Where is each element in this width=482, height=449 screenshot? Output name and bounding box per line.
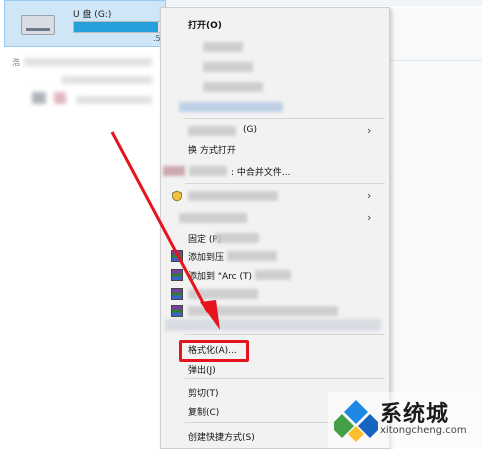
watermark-brand: 系统城 bbox=[380, 402, 450, 427]
add-to-archive-label: 添加到压 bbox=[188, 253, 225, 263]
drive-usage-bar bbox=[73, 21, 163, 33]
blurred-label bbox=[188, 191, 278, 201]
winrar-icon bbox=[171, 288, 183, 300]
menu-separator bbox=[185, 183, 385, 184]
menu-item-merge-files[interactable]: : 中合并文件... bbox=[161, 161, 389, 181]
title-strip bbox=[165, 0, 482, 6]
add-to-named-archive-label: 添加到 "Arc (T) bbox=[188, 272, 252, 282]
menu-item-open-with[interactable]: 换 方式打开 bbox=[161, 139, 389, 159]
chevron-right-icon: › bbox=[367, 211, 372, 224]
menu-item-eject[interactable]: 弹出(J) bbox=[161, 359, 389, 379]
open-with-label: 换 方式打开 bbox=[188, 146, 236, 156]
blurred-label bbox=[189, 166, 227, 176]
winrar-icon bbox=[171, 305, 183, 317]
create-shortcut-label: 创建快捷方式(S) bbox=[188, 433, 255, 443]
drive-tile-usb-g[interactable]: U 盘 (G:) .5 bbox=[4, 0, 166, 47]
shield-icon bbox=[172, 190, 182, 202]
drive-name: U 盘 (G:) bbox=[73, 10, 112, 20]
blurred-label bbox=[188, 126, 236, 136]
open-label: 打开(O) bbox=[188, 21, 222, 31]
menu-separator bbox=[185, 378, 385, 379]
chevron-right-icon: › bbox=[367, 189, 372, 202]
watermark-url: xitongcheng.com bbox=[380, 425, 467, 436]
blurred-label bbox=[188, 306, 338, 316]
watermark: 系统城 xitongcheng.com bbox=[328, 392, 482, 448]
menu-item-archive-option[interactable] bbox=[161, 301, 389, 321]
blurred-nav-item bbox=[62, 76, 152, 84]
eject-label: 弹出(J) bbox=[188, 366, 216, 376]
menu-item-add-to-archive[interactable]: 添加到压 bbox=[161, 246, 389, 266]
blurred-nav-item bbox=[76, 96, 152, 104]
submenu-label: (G) bbox=[243, 125, 257, 135]
blurred-menu-item bbox=[203, 62, 253, 72]
menu-separator bbox=[185, 334, 385, 335]
usb-drive-icon bbox=[21, 15, 55, 35]
menu-item-with-submenu[interactable]: › bbox=[161, 208, 389, 228]
chevron-right-icon: › bbox=[367, 124, 372, 137]
menu-item-pin[interactable]: 固定 (P) bbox=[161, 228, 389, 248]
pane-divider bbox=[390, 60, 482, 61]
blurred-menu-item bbox=[179, 102, 283, 112]
copy-label: 复制(C) bbox=[188, 408, 220, 418]
blurred-label bbox=[227, 251, 277, 261]
nav-item-label[interactable]: 浩 bbox=[12, 57, 20, 68]
context-menu: 打开(O) (G) › 换 方式打开 : 中合并文件... › › 固定 (P)… bbox=[160, 7, 390, 449]
drive-usage-fill bbox=[74, 22, 158, 32]
left-navigation-pane: 浩 bbox=[0, 48, 160, 448]
format-highlight-box bbox=[179, 340, 249, 362]
blurred-nav-icon bbox=[32, 92, 46, 104]
blurred-nav-item bbox=[24, 58, 152, 66]
blurred-menu-item bbox=[203, 42, 243, 52]
winrar-icon bbox=[171, 250, 183, 262]
menu-item-add-to-named-archive[interactable]: 添加到 "Arc (T) bbox=[161, 265, 389, 285]
blurred-icon bbox=[163, 166, 185, 176]
right-content-pane bbox=[390, 8, 482, 448]
menu-separator bbox=[185, 118, 385, 119]
blurred-label bbox=[215, 233, 259, 243]
blurred-label bbox=[255, 270, 291, 280]
blurred-label bbox=[188, 289, 258, 299]
winrar-icon bbox=[171, 269, 183, 281]
blurred-label bbox=[179, 213, 247, 223]
blurred-nav-icon bbox=[54, 92, 66, 104]
cut-label: 剪切(T) bbox=[188, 389, 219, 399]
menu-item-with-submenu[interactable]: (G) › bbox=[161, 121, 389, 141]
watermark-logo-icon bbox=[334, 400, 378, 442]
blurred-menu-item bbox=[165, 319, 381, 331]
menu-item-open[interactable]: 打开(O) bbox=[161, 14, 389, 34]
merge-label: : 中合并文件... bbox=[231, 168, 291, 178]
blurred-menu-item bbox=[203, 82, 263, 92]
menu-item-with-submenu[interactable]: › bbox=[161, 186, 389, 206]
